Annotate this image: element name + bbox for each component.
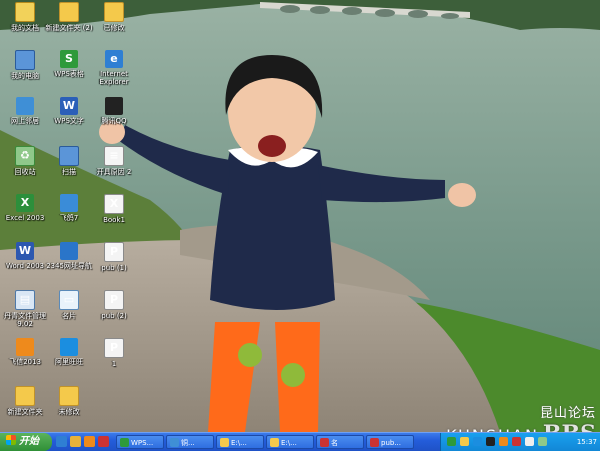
desktop-icon-aliwangwang[interactable]: 阿里旺旺: [44, 338, 94, 366]
tray-volume-icon[interactable]: [525, 437, 534, 446]
pub-task-icon: [370, 438, 379, 447]
nav-2345-icon: [60, 242, 78, 260]
ie-quicklaunch-icon[interactable]: [56, 436, 67, 447]
folder-icon: [15, 386, 35, 406]
flyer-2013-icon: [16, 338, 34, 356]
tray-flyer-icon[interactable]: [499, 437, 508, 446]
tray-app-icon[interactable]: [460, 437, 469, 446]
tray-security-icon[interactable]: [512, 437, 521, 446]
scanner-icon: [59, 146, 79, 166]
start-button[interactable]: 开始: [0, 433, 52, 451]
business-card-icon: ▭: [59, 290, 79, 310]
file-manager-icon: ▤: [15, 290, 35, 310]
folder-task-icon: [220, 438, 229, 447]
desktop-icon-file-1[interactable]: P1: [89, 338, 139, 368]
pub-document-icon: P: [104, 338, 124, 358]
desktop-icon-my-documents[interactable]: 我的文档: [0, 2, 50, 32]
desktop-icon-pub-1[interactable]: Ppub (1): [89, 242, 139, 272]
desktop-icon-wps-writer[interactable]: W WPS文字: [44, 97, 94, 125]
qq-icon: [105, 97, 123, 115]
desktop-icon-pub-2[interactable]: Ppub (2): [89, 290, 139, 320]
taskbar-task-pub[interactable]: pub...: [366, 435, 414, 449]
desktop-icon-internet-explorer[interactable]: e Internet Explorer: [89, 50, 139, 86]
desktop-icon-business-card[interactable]: ▭ 名片: [44, 290, 94, 320]
my-computer-icon: [15, 50, 35, 70]
desktop-icon-archived-folder[interactable]: 已修改: [89, 2, 139, 32]
word-2003-icon: W: [16, 242, 34, 260]
network-places-icon: [16, 97, 34, 115]
recycle-bin-icon: ♻: [15, 146, 35, 166]
desktop-icon-scanner[interactable]: 扫描: [44, 146, 94, 176]
desktop-icon-nav-2345[interactable]: 2345网址导航: [44, 242, 94, 270]
system-tray: 15:37: [440, 433, 600, 451]
desktop-icon-book1[interactable]: X Book1: [89, 194, 139, 224]
start-label: 开始: [19, 436, 39, 447]
desktop-icon-qq[interactable]: 腾讯QQ: [89, 97, 139, 125]
desktop-icon-my-computer[interactable]: 我的电脑: [0, 50, 50, 80]
desktop-icon-unmodified-folder[interactable]: 未修改: [44, 386, 94, 416]
pub-document-icon: P: [104, 290, 124, 310]
taskbar-task-2[interactable]: 铜...: [166, 435, 214, 449]
desktop-icon-excel-2003[interactable]: X Excel 2003: [0, 194, 50, 222]
aliwangwang-icon: [60, 338, 78, 356]
excel-document-icon: X: [104, 194, 124, 214]
desktop-icon-wps-spreadsheet[interactable]: S WPS表格: [44, 50, 94, 78]
feige-icon: [60, 194, 78, 212]
desktop-icon-new-folder-2[interactable]: 新建文件夹 (2): [44, 2, 94, 32]
wps-task-icon: [120, 438, 129, 447]
taskbar-task-explorer-1[interactable]: E:\...: [216, 435, 264, 449]
desktop-icon-text-document[interactable]: ≡ 开具原因 2: [89, 146, 139, 176]
window-task-icon: [170, 438, 179, 447]
excel-2003-icon: X: [16, 194, 34, 212]
taskbar-task-explorer-2[interactable]: E:\...: [266, 435, 314, 449]
folder-icon: [59, 2, 79, 22]
desktop-icon-file-manager[interactable]: ▤ 丹青文件管理 9.02: [0, 290, 50, 328]
desktop-icon-recycle-bin[interactable]: ♻ 回收站: [0, 146, 50, 176]
taskbar-clock[interactable]: 15:37: [577, 433, 597, 451]
show-desktop-icon[interactable]: [70, 436, 81, 447]
watermark-chinese: 昆山论坛: [539, 406, 596, 421]
tray-network-icon[interactable]: [447, 437, 456, 446]
folder-icon: [104, 2, 124, 22]
taskbar-task-wps[interactable]: WPS...: [116, 435, 164, 449]
desktop-icon-new-folder[interactable]: 新建文件夹: [0, 386, 50, 416]
internet-explorer-icon: e: [105, 50, 123, 68]
taskbar: 开始 WPS... 铜... E:\... E:\... 名 pub... 15…: [0, 432, 600, 451]
folder-task-icon: [270, 438, 279, 447]
my-documents-icon: [15, 2, 35, 22]
tray-ime-icon[interactable]: [538, 437, 547, 446]
pub-document-icon: P: [104, 242, 124, 262]
taskbar-task-5[interactable]: 名: [316, 435, 364, 449]
desktop-icon-flyer-2013[interactable]: 飞信2013: [0, 338, 50, 366]
desktop-icon-word-2003[interactable]: W Word 2003: [0, 242, 50, 270]
folder-icon: [59, 386, 79, 406]
wps-writer-icon: W: [60, 97, 78, 115]
s-app-icon: S: [60, 50, 78, 68]
quick-launch: [56, 436, 112, 449]
app-quicklaunch-icon[interactable]: [98, 436, 109, 447]
text-document-icon: ≡: [104, 146, 124, 166]
windows-flag-icon: [6, 435, 16, 445]
media-player-icon[interactable]: [84, 436, 95, 447]
desktop-icon-network-places[interactable]: 网上邻居: [0, 97, 50, 125]
app-task-icon: [320, 438, 329, 447]
tray-wangwang-icon[interactable]: [473, 437, 482, 446]
tray-qq-icon[interactable]: [486, 437, 495, 446]
desktop-icon-feige[interactable]: 飞鸽7: [44, 194, 94, 222]
